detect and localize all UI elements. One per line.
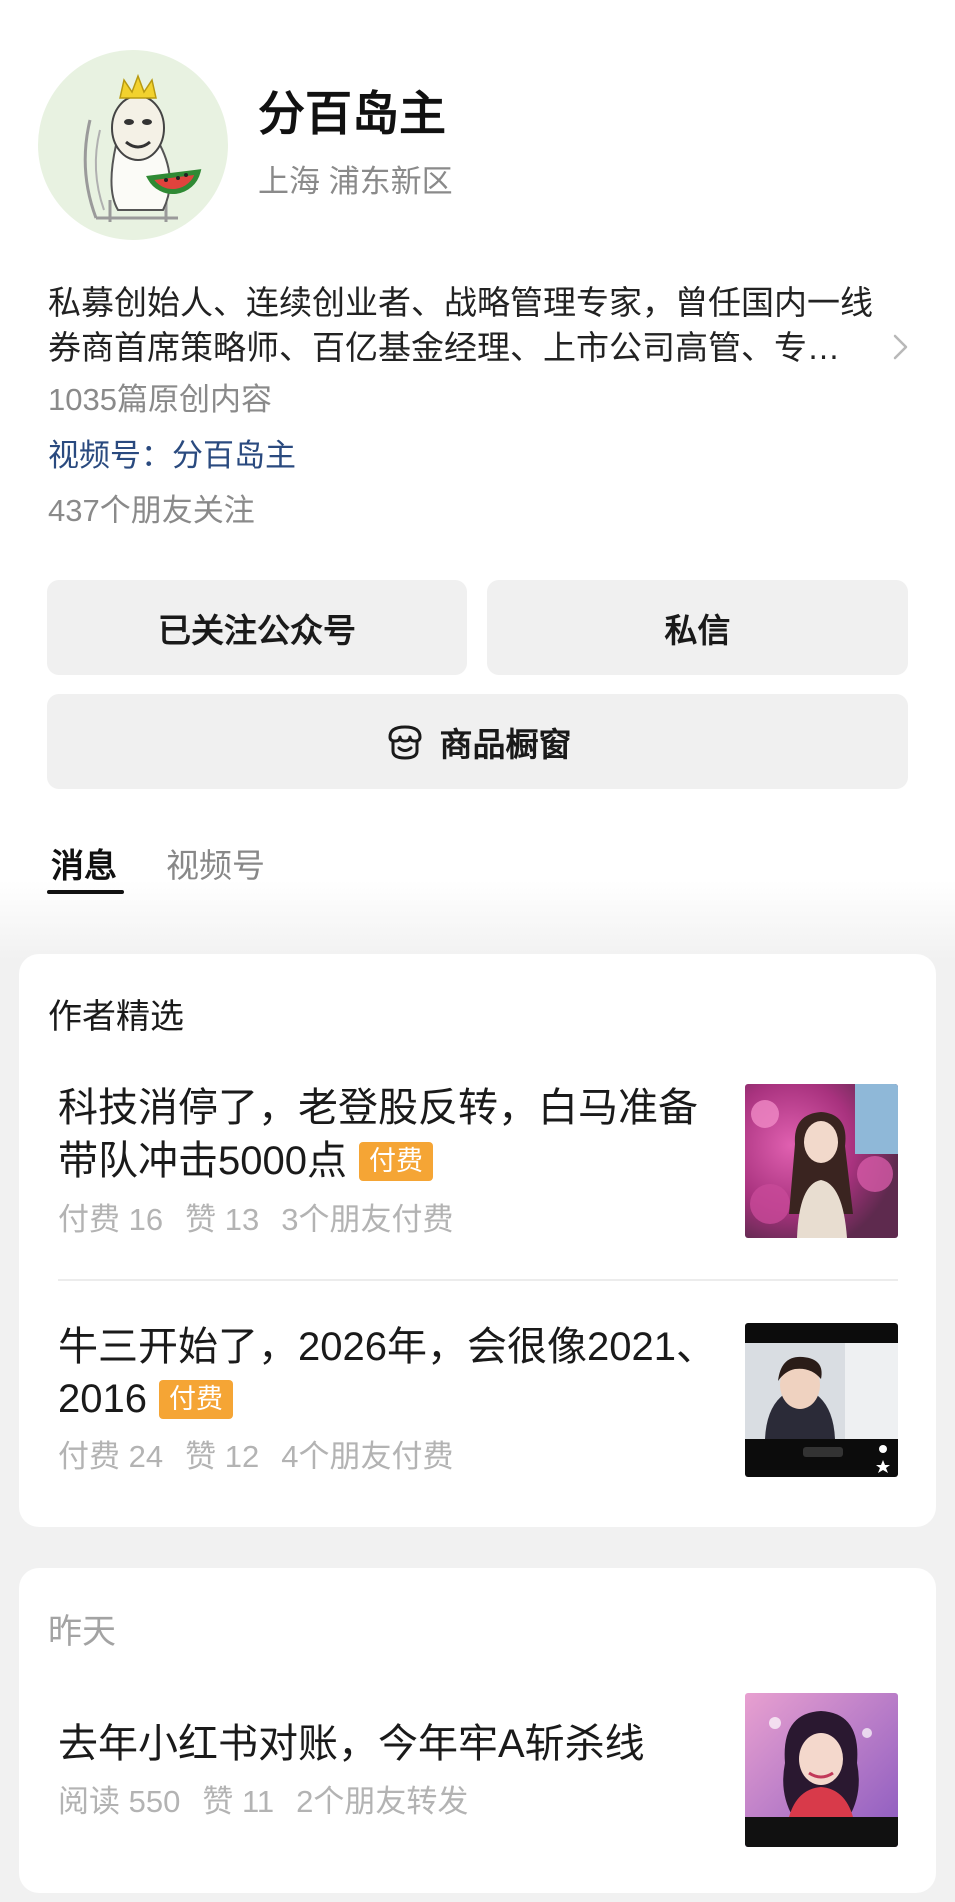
message-label: 私信: [664, 611, 731, 649]
followed-account-button[interactable]: 已关注公众号: [47, 580, 467, 675]
article-stats: 付费 16 赞 13 3个朋友付费: [58, 1201, 453, 1239]
shop-window-button[interactable]: 商品橱窗: [47, 694, 908, 789]
article-title-line: 牛三开始了，2026年，会很像2021、: [58, 1321, 716, 1374]
chevron-right-icon[interactable]: [888, 332, 912, 362]
divider: [58, 1279, 898, 1281]
tab-messages[interactable]: 消息: [51, 845, 117, 887]
friends-shared: 2个朋友转发: [296, 1784, 469, 1819]
photo-thumbnail: [745, 1084, 898, 1238]
photo-thumbnail: [745, 1693, 898, 1847]
date-heading: 昨天: [48, 1613, 116, 1651]
article-thumbnail[interactable]: [745, 1323, 898, 1477]
paid-badge: 付费: [158, 1380, 233, 1419]
shop-icon: [388, 725, 421, 760]
article-title-text: 2016: [58, 1377, 147, 1421]
channel-name: 分百岛主: [172, 438, 296, 473]
article-title-text: 去年小红书对账，今年牢A斩杀线: [58, 1722, 645, 1766]
article-title-line: 2016 付费: [58, 1373, 233, 1426]
article-title-text: 带队冲击5000点: [58, 1139, 347, 1183]
tab-channel[interactable]: 视频号: [166, 845, 265, 887]
read-count: 阅读 550: [58, 1784, 181, 1819]
like-count: 赞 12: [185, 1439, 260, 1474]
avatar[interactable]: [38, 50, 228, 240]
shop-window-label: 商品橱窗: [439, 725, 572, 763]
article-title-line: 科技消停了，老登股反转，白马准备: [58, 1082, 698, 1135]
account-location: 上海 浦东新区: [258, 164, 453, 199]
account-profile-page: 分百岛主 上海 浦东新区 私募创始人、连续创业者、战略管理专家，曾任国内一线 券…: [0, 0, 955, 1902]
article-title-line: 去年小红书对账，今年牢A斩杀线: [58, 1718, 645, 1771]
video-thumbnail: [745, 1323, 898, 1477]
featured-articles-card: 作者精选 科技消停了，老登股反转，白马准备 带队冲击5000点 付费 付费 16…: [19, 954, 936, 1527]
article-stats: 付费 24 赞 12 4个朋友付费: [58, 1438, 453, 1476]
article-thumbnail[interactable]: [745, 1084, 898, 1238]
original-content-count: 1035篇原创内容: [48, 382, 272, 417]
account-name: 分百岛主: [258, 87, 446, 140]
article-thumbnail[interactable]: [745, 1693, 898, 1847]
paid-count: 付费 16: [58, 1202, 164, 1237]
like-count: 赞 13: [185, 1202, 260, 1237]
bio-line-2[interactable]: 券商首席策略师、百亿基金经理、上市公司高管、专…: [48, 326, 840, 370]
friends-paid: 4个朋友付费: [281, 1439, 454, 1474]
message-button[interactable]: 私信: [487, 580, 908, 675]
paid-badge: 付费: [358, 1142, 433, 1181]
recent-articles-card: 昨天 去年小红书对账，今年牢A斩杀线 阅读 550 赞 11 2个朋友转发: [19, 1568, 936, 1893]
paid-count: 付费 24: [58, 1439, 164, 1474]
featured-heading: 作者精选: [48, 998, 184, 1036]
article-title-text: 牛三开始了，2026年，会很像2021、: [58, 1325, 716, 1369]
avatar-cartoon-image: [83, 73, 202, 222]
article-title-text: 科技消停了，老登股反转，白马准备: [58, 1086, 698, 1130]
friends-following-count[interactable]: 437个朋友关注: [48, 491, 255, 531]
followed-account-label: 已关注公众号: [158, 611, 356, 649]
like-count: 赞 11: [202, 1784, 275, 1819]
article-title-line: 带队冲击5000点 付费: [58, 1135, 433, 1188]
bio-line-1[interactable]: 私募创始人、连续创业者、战略管理专家，曾任国内一线: [48, 281, 873, 325]
channel-label: 视频号：: [48, 438, 172, 473]
active-tab-indicator: [47, 890, 124, 894]
channel-link[interactable]: 视频号：分百岛主: [48, 436, 296, 476]
friends-paid: 3个朋友付费: [281, 1202, 454, 1237]
article-stats: 阅读 550 赞 11 2个朋友转发: [58, 1783, 468, 1821]
